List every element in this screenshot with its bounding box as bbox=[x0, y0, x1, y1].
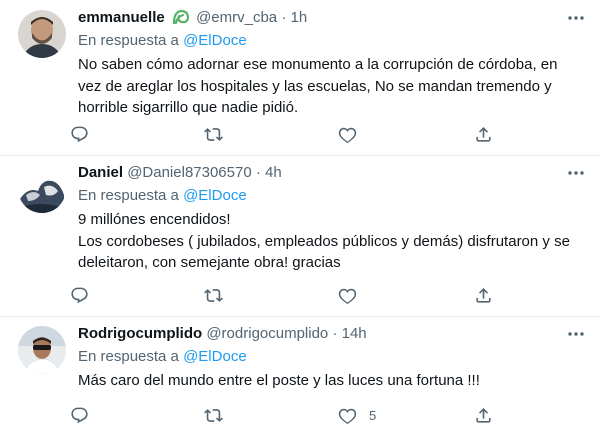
separator-dot: · bbox=[255, 164, 261, 181]
retweet-icon bbox=[204, 288, 223, 302]
author-name[interactable]: emmanuelle bbox=[78, 9, 165, 26]
reply-button[interactable] bbox=[70, 122, 89, 146]
timestamp[interactable]: 14h bbox=[342, 325, 367, 342]
author-name[interactable]: Daniel bbox=[78, 164, 123, 181]
author-name[interactable]: Rodrigocumplido bbox=[78, 325, 202, 342]
timestamp[interactable]: 1h bbox=[291, 9, 308, 26]
tweet[interactable]: emmanuelle @emrv_cba · 1h En respuesta a… bbox=[0, 0, 600, 156]
tweet-text-line: Los cordobeses ( jubilados, empleados pú… bbox=[78, 232, 570, 272]
separator-dot: · bbox=[332, 325, 338, 342]
avatar[interactable] bbox=[18, 326, 66, 374]
avatar[interactable] bbox=[18, 165, 66, 213]
retweet-icon bbox=[204, 408, 223, 422]
reply-icon bbox=[71, 287, 88, 303]
action-bar bbox=[70, 122, 510, 146]
share-button[interactable] bbox=[474, 403, 493, 427]
share-icon bbox=[476, 126, 491, 142]
separator-dot: · bbox=[281, 9, 287, 26]
tweet-text-line: No saben cómo adornar ese monumento a la… bbox=[78, 56, 558, 116]
like-button[interactable]: 5 bbox=[338, 403, 376, 427]
retweet-button[interactable] bbox=[204, 122, 223, 146]
tweet-text-line: Más caro del mundo entre el poste y las … bbox=[78, 372, 480, 389]
action-bar bbox=[70, 283, 510, 307]
action-bar: 5 bbox=[70, 403, 510, 427]
reply-button[interactable] bbox=[70, 283, 89, 307]
leaf-badge-icon bbox=[172, 8, 190, 32]
retweet-button[interactable] bbox=[204, 283, 223, 307]
tweet-header: emmanuelle @emrv_cba · 1h bbox=[78, 7, 572, 29]
like-button[interactable] bbox=[338, 283, 369, 307]
reply-prefix: En respuesta a bbox=[78, 348, 179, 365]
share-button[interactable] bbox=[474, 122, 493, 146]
share-icon bbox=[476, 287, 491, 303]
author-handle[interactable]: @emrv_cba bbox=[196, 9, 277, 26]
timestamp[interactable]: 4h bbox=[265, 164, 282, 181]
reply-icon bbox=[71, 407, 88, 423]
retweet-icon bbox=[204, 127, 223, 141]
author-handle[interactable]: @Daniel87306570 bbox=[127, 164, 252, 181]
heart-icon bbox=[338, 408, 357, 424]
reply-feed: emmanuelle @emrv_cba · 1h En respuesta a… bbox=[0, 0, 613, 440]
reply-prefix: En respuesta a bbox=[78, 32, 179, 49]
more-dots-icon[interactable] bbox=[566, 165, 586, 181]
reply-mention-link[interactable]: @ElDoce bbox=[183, 32, 247, 49]
more-dots-icon[interactable] bbox=[566, 10, 586, 26]
reply-button[interactable] bbox=[70, 403, 89, 427]
reply-mention-link[interactable]: @ElDoce bbox=[183, 187, 247, 204]
tweet-header: Rodrigocumplido @rodrigocumplido · 14h bbox=[78, 323, 572, 345]
reply-icon bbox=[71, 126, 88, 142]
retweet-button[interactable] bbox=[204, 403, 223, 427]
author-handle[interactable]: @rodrigocumplido bbox=[206, 325, 328, 342]
tweet-text-line: 9 millónes encendidos! bbox=[78, 211, 231, 228]
tweet-header: Daniel @Daniel87306570 · 4h bbox=[78, 162, 572, 184]
tweet-text: Más caro del mundo entre el poste y las … bbox=[78, 370, 584, 392]
like-button[interactable] bbox=[338, 122, 369, 146]
avatar[interactable] bbox=[18, 10, 66, 58]
reply-context: En respuesta a @ElDoce bbox=[78, 347, 247, 367]
like-count: 5 bbox=[369, 407, 377, 423]
reply-prefix: En respuesta a bbox=[78, 187, 179, 204]
reply-context: En respuesta a @ElDoce bbox=[78, 186, 247, 206]
tweet-text: 9 millónes encendidos! Los cordobeses ( … bbox=[78, 209, 584, 274]
tweet[interactable]: Rodrigocumplido @rodrigocumplido · 14h E… bbox=[0, 316, 600, 440]
share-icon bbox=[476, 407, 491, 423]
heart-icon bbox=[338, 288, 357, 304]
reply-context: En respuesta a @ElDoce bbox=[78, 31, 247, 51]
share-button[interactable] bbox=[474, 283, 493, 307]
reply-mention-link[interactable]: @ElDoce bbox=[183, 348, 247, 365]
tweet[interactable]: Daniel @Daniel87306570 · 4h En respuesta… bbox=[0, 155, 600, 317]
tweet-text: No saben cómo adornar ese monumento a la… bbox=[78, 54, 584, 119]
heart-icon bbox=[338, 127, 357, 143]
more-dots-icon[interactable] bbox=[566, 326, 586, 342]
